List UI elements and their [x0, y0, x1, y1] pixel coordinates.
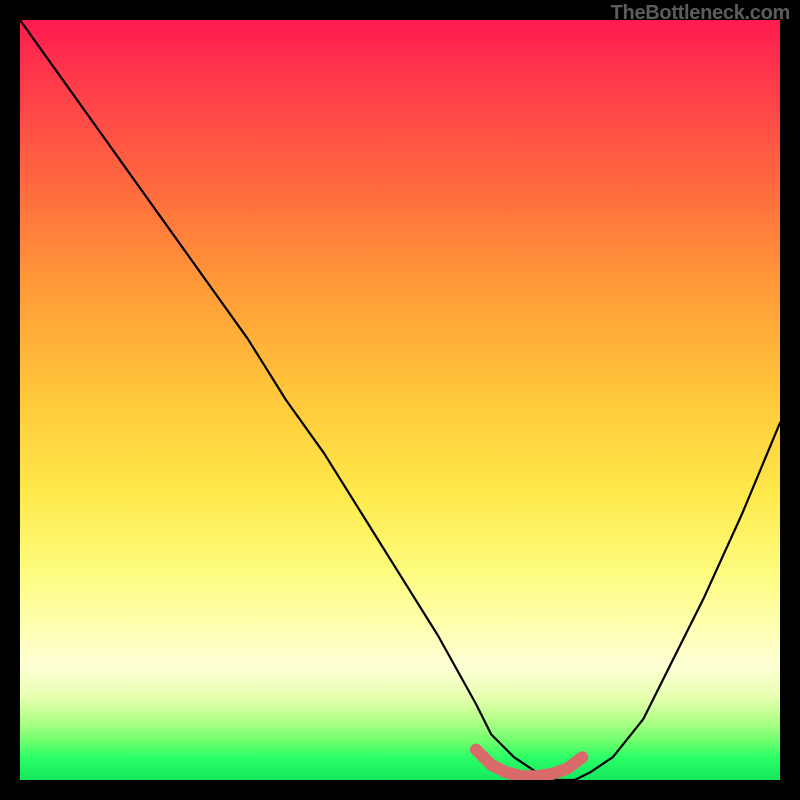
sweet-spot-marker: [476, 750, 582, 777]
watermark-text: TheBottleneck.com: [611, 2, 790, 25]
chart-frame: TheBottleneck.com: [0, 0, 800, 800]
line-layer: [20, 20, 780, 780]
bottleneck-curve: [20, 20, 780, 780]
plot-area: [20, 20, 780, 780]
